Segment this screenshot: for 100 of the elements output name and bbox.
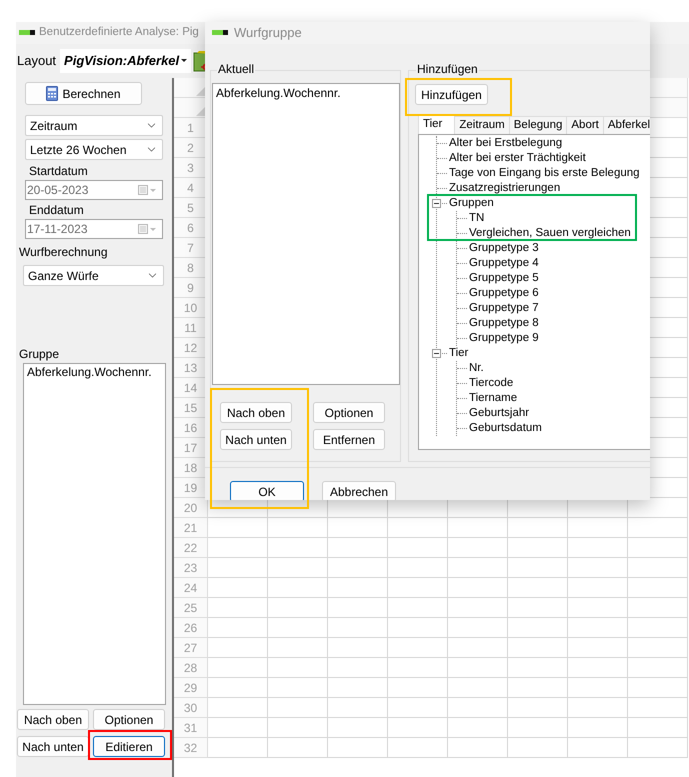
grid-cell (508, 598, 568, 618)
tab[interactable]: Belegung (510, 116, 568, 134)
button[interactable]: Optionen (93, 709, 165, 730)
row-header: 20 (174, 498, 208, 518)
tree-item[interactable]: Gruppetype 7 (469, 301, 539, 316)
button[interactable]: Nach oben (17, 709, 89, 730)
row-header: 27 (174, 638, 208, 658)
tab[interactable]: Tier (418, 114, 456, 134)
tree-item[interactable]: Tiercode (469, 376, 514, 391)
grid-cell (628, 558, 688, 578)
list-item[interactable]: Abferkelung.Wochennr. (27, 365, 162, 380)
grid-cell (268, 578, 328, 598)
tree-item[interactable]: Gruppetype 3 (469, 241, 539, 256)
grid-cell (208, 518, 268, 538)
row-header: 14 (174, 378, 208, 398)
grid-cell (448, 638, 508, 658)
group-label: Gruppe (19, 347, 60, 361)
row-header: 12 (174, 338, 208, 358)
tree-item[interactable]: Gruppetype 5 (469, 271, 539, 286)
grid-cell (208, 678, 268, 698)
button[interactable]: Optionen (313, 402, 385, 423)
grid-cell (568, 538, 628, 558)
grid-cell (208, 658, 268, 678)
grid-cell (328, 598, 388, 618)
tab[interactable]: Abort (567, 116, 604, 134)
button[interactable]: Nach unten (220, 429, 292, 450)
row-header: 4 (174, 178, 208, 198)
grid-cell (208, 718, 268, 738)
grid-cell (328, 558, 388, 578)
tree-item[interactable]: Vergleichen, Sauen vergleichen (469, 226, 631, 241)
grid-cell (568, 738, 628, 758)
tree-item[interactable]: Tage von Eingang bis erste Belegung (449, 166, 640, 181)
tree-item[interactable]: Geburtsjahr (469, 406, 530, 421)
collapse-icon[interactable] (432, 199, 441, 208)
group-list[interactable]: Abferkelung.Wochennr. (23, 363, 166, 705)
grid-cell (388, 738, 448, 758)
grid-cell (268, 518, 328, 538)
grid-cell (448, 618, 508, 638)
layout-label: Layout (16, 52, 56, 70)
grid-cell (208, 738, 268, 758)
row-header: 30 (174, 698, 208, 718)
tree-item[interactable]: Gruppetype 9 (469, 331, 539, 346)
row-header: 32 (174, 738, 208, 758)
row-header: 17 (174, 438, 208, 458)
tree-item[interactable]: TN (469, 211, 484, 226)
row-header: 22 (174, 538, 208, 558)
grid-cell (628, 678, 688, 698)
tree-item[interactable]: Gruppetype 4 (469, 256, 539, 271)
grid-cell (508, 618, 568, 638)
button[interactable]: Entfernen (313, 429, 385, 450)
collapse-icon[interactable] (432, 349, 441, 358)
field-tree[interactable] (418, 134, 650, 450)
row-header: 29 (174, 678, 208, 698)
tree-item[interactable]: Gruppetype 6 (469, 286, 539, 301)
calendar-icon (138, 185, 158, 195)
grid-cell (328, 678, 388, 698)
row-header: 24 (174, 578, 208, 598)
litter-select[interactable]: Ganze Würfe (23, 265, 164, 286)
row-header: 6 (174, 218, 208, 238)
tree-item[interactable]: Alter bei Erstbelegung (449, 136, 562, 151)
button[interactable]: OK (230, 481, 304, 500)
row-header: 21 (174, 518, 208, 538)
tab[interactable]: Zeitraum (455, 116, 510, 134)
tree-item[interactable]: Gruppetype 8 (469, 316, 539, 331)
row-header: 16 (174, 418, 208, 438)
grid-cell (268, 598, 328, 618)
dialog-title: Wurfgruppe (234, 24, 302, 42)
tree-item[interactable]: Tier (449, 346, 468, 361)
grid-cell (448, 718, 508, 738)
period-select[interactable]: Zeitraum (25, 115, 163, 136)
row-header: 10 (174, 298, 208, 318)
grid-cell (328, 538, 388, 558)
grid-cell (208, 558, 268, 578)
grid-cell (388, 598, 448, 618)
button[interactable]: Nach oben (220, 402, 292, 423)
calculate-button[interactable]: Berechnen (25, 82, 142, 105)
tree-item[interactable]: Nr. (469, 361, 484, 376)
grid-cell (448, 518, 508, 538)
tree-item[interactable]: Tiername (469, 391, 518, 406)
grid-cell (568, 578, 628, 598)
row-header: 9 (174, 278, 208, 298)
grid-cell (208, 638, 268, 658)
row-header: 15 (174, 398, 208, 418)
row-header: 28 (174, 658, 208, 678)
range-select[interactable]: Letzte 26 Wochen (25, 139, 163, 160)
layout-dropdown[interactable]: PigVision:Abferkel (60, 49, 192, 73)
tree-item[interactable]: Geburtsdatum (469, 421, 542, 436)
row-header: 31 (174, 718, 208, 738)
button[interactable]: Nach unten (17, 736, 89, 757)
grid-cell (448, 598, 508, 618)
tree-item[interactable]: Alter bei erster Trächtigkeit (449, 151, 586, 166)
current-list[interactable]: Abferkelung.Wochennr. (212, 83, 400, 385)
tree-item[interactable]: Gruppen (449, 196, 494, 211)
tab[interactable]: Abferkel (604, 116, 650, 134)
button[interactable]: Editieren (93, 736, 165, 757)
button[interactable]: Hinzufügen (415, 84, 488, 105)
grid-cell (508, 658, 568, 678)
list-item[interactable]: Abferkelung.Wochennr. (216, 86, 396, 101)
tree-item[interactable]: Zusatzregistrierungen (449, 181, 560, 196)
button[interactable]: Abbrechen (322, 481, 396, 500)
